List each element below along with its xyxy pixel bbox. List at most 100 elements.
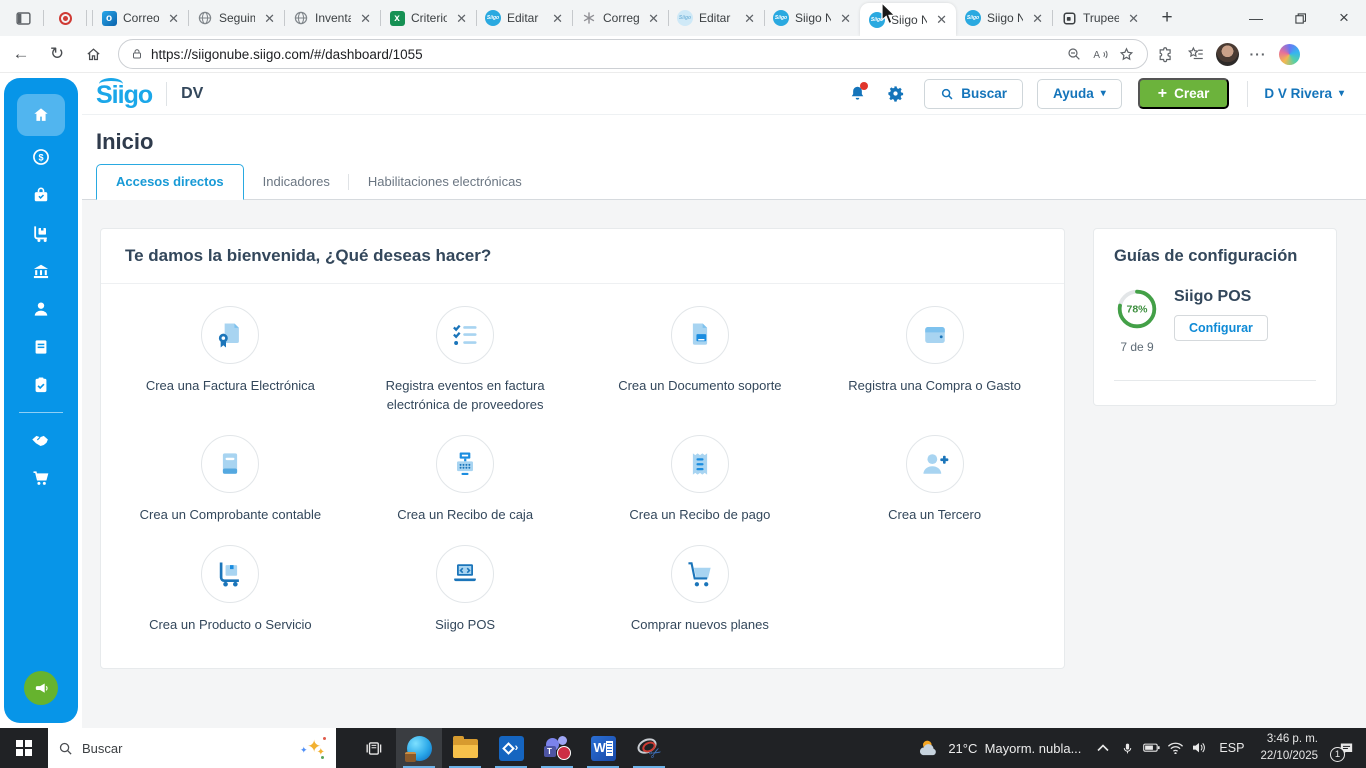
- close-tab-icon[interactable]: ✕: [261, 11, 278, 26]
- notifications-button[interactable]: [842, 79, 872, 109]
- tab-habilitaciones-electronicas[interactable]: Habilitaciones electrónicas: [349, 165, 541, 199]
- shortcut-compra-gasto[interactable]: Registra una Compra o Gasto: [817, 306, 1052, 415]
- shortcut-comprobante-contable[interactable]: Crea un Comprobante contable: [113, 434, 348, 525]
- profile-avatar[interactable]: [1213, 40, 1241, 68]
- new-tab-button[interactable]: +: [1152, 3, 1182, 33]
- favorite-star-icon[interactable]: [1113, 41, 1139, 67]
- plus-icon: +: [1157, 84, 1168, 102]
- sidebar-item-bank[interactable]: [17, 252, 65, 290]
- taskbar-search[interactable]: Buscar ✦ ✦ ✦: [48, 728, 336, 768]
- close-tab-icon[interactable]: ✕: [1125, 11, 1142, 26]
- shortcut-recibo-pago[interactable]: Crea un Recibo de pago: [583, 434, 818, 525]
- taskbar-clock[interactable]: 3:46 p. m. 22/10/2025: [1252, 731, 1326, 764]
- shortcut-producto-servicio[interactable]: Crea un Producto o Servicio: [113, 544, 348, 635]
- sidebar-item-sales[interactable]: $: [17, 138, 65, 176]
- shortcut-eventos-factura[interactable]: Registra eventos en factura electrónica …: [348, 306, 583, 415]
- task-view-button[interactable]: [350, 728, 396, 768]
- sidebar-item-inventory[interactable]: [17, 214, 65, 252]
- home-icon: [34, 108, 48, 121]
- shortcut-recibo-caja[interactable]: Crea un Recibo de caja: [348, 434, 583, 525]
- shortcut-factura-electronica[interactable]: Crea una Factura Electrónica: [113, 306, 348, 415]
- browser-tab-active[interactable]: Siigo Siigo N ✕: [860, 3, 956, 36]
- tab-indicadores[interactable]: Indicadores: [244, 165, 350, 199]
- help-menu-button[interactable]: Ayuda ▾: [1037, 78, 1122, 109]
- close-tab-icon[interactable]: ✕: [1029, 11, 1046, 26]
- taskbar-app-remote[interactable]: ›: [488, 728, 534, 768]
- extensions-icon[interactable]: [1151, 40, 1179, 68]
- create-button[interactable]: + Crear: [1137, 78, 1230, 109]
- edge-icon: [404, 735, 432, 762]
- language-indicator[interactable]: ESP: [1211, 741, 1252, 755]
- taskbar-weather[interactable]: 21°C Mayorm. nubla...: [917, 738, 1081, 759]
- taskbar-app-word[interactable]: W: [580, 728, 626, 768]
- favorites-bar-icon[interactable]: [1182, 40, 1210, 68]
- close-tab-icon[interactable]: ✕: [837, 11, 854, 26]
- read-aloud-icon[interactable]: A: [1087, 41, 1113, 67]
- browser-tab[interactable]: Siigo Editar ✕: [668, 0, 764, 36]
- browser-tab[interactable]: o Correo ✕: [92, 0, 188, 36]
- announcements-button[interactable]: [24, 671, 58, 705]
- shortcut-documento-soporte[interactable]: Crea un Documento soporte: [583, 306, 818, 415]
- shortcut-tercero[interactable]: Crea un Tercero: [817, 434, 1052, 525]
- volume-icon[interactable]: [1187, 728, 1211, 768]
- browser-tab[interactable]: Seguimi ✕: [188, 0, 284, 36]
- settings-button[interactable]: [880, 79, 910, 109]
- browser-tab[interactable]: Siigo Siigo N ✕: [764, 0, 860, 36]
- zoom-out-icon[interactable]: [1061, 41, 1087, 67]
- sidebar-item-ledger[interactable]: [17, 328, 65, 366]
- configure-button[interactable]: Configurar: [1174, 315, 1268, 341]
- browser-tab[interactable]: Siigo Editar ✕: [476, 0, 572, 36]
- close-tab-icon[interactable]: ✕: [933, 12, 950, 27]
- browser-tab[interactable]: x Criterio ✕: [380, 0, 476, 36]
- shortcut-comprar-planes[interactable]: Comprar nuevos planes: [583, 544, 818, 635]
- start-button[interactable]: [0, 728, 48, 768]
- close-window-button[interactable]: ×: [1322, 0, 1366, 36]
- tab-accesos-directos[interactable]: Accesos directos: [96, 164, 244, 200]
- pinned-tab-recording[interactable]: [49, 4, 81, 32]
- globe-icon: [197, 10, 213, 26]
- taskbar-app-teams[interactable]: T: [534, 728, 580, 768]
- notification-center-button[interactable]: 1: [1326, 728, 1366, 768]
- back-icon[interactable]: ←: [6, 39, 36, 69]
- search-button[interactable]: Buscar: [924, 78, 1023, 109]
- user-menu[interactable]: D V Rivera ▾: [1264, 86, 1344, 101]
- taskbar-app-file-explorer[interactable]: [442, 728, 488, 768]
- vertical-tabs-icon[interactable]: [8, 4, 38, 32]
- windows-taskbar: Buscar ✦ ✦ ✦ › T W ✂ 21°C Mayorm. nubla...: [0, 728, 1366, 768]
- close-tab-icon[interactable]: ✕: [453, 11, 470, 26]
- sidebar-item-store[interactable]: [17, 459, 65, 497]
- copilot-icon[interactable]: [1275, 40, 1303, 68]
- taskbar-app-edge[interactable]: [396, 728, 442, 768]
- close-tab-icon[interactable]: ✕: [165, 11, 182, 26]
- sidebar-item-contacts[interactable]: [17, 290, 65, 328]
- close-tab-icon[interactable]: ✕: [357, 11, 374, 26]
- browser-tab[interactable]: Inventa ✕: [284, 0, 380, 36]
- sidebar-item-purchases[interactable]: [17, 176, 65, 214]
- sidebar-item-partners[interactable]: [17, 421, 65, 459]
- sidebar-item-home[interactable]: [17, 94, 65, 136]
- refresh-icon[interactable]: ↻: [42, 39, 72, 69]
- close-tab-icon[interactable]: ✕: [741, 11, 758, 26]
- home-icon[interactable]: [78, 39, 108, 69]
- shortcut-siigo-pos[interactable]: Siigo POS: [348, 544, 583, 635]
- hand-truck-icon: [201, 544, 260, 603]
- restore-button[interactable]: [1278, 0, 1322, 36]
- sidebar-item-tasks[interactable]: [17, 366, 65, 404]
- svg-text:$: $: [38, 152, 43, 162]
- microphone-icon[interactable]: [1115, 728, 1139, 768]
- cash-register-icon: [436, 434, 495, 493]
- checklist-icon: [436, 306, 495, 364]
- close-tab-icon[interactable]: ✕: [549, 11, 566, 26]
- browser-tab[interactable]: Siigo Siigo N ✕: [956, 0, 1052, 36]
- siigo-logo[interactable]: Siigo: [96, 77, 153, 110]
- close-tab-icon[interactable]: ✕: [645, 11, 662, 26]
- taskbar-app-snipping-tool[interactable]: ✂: [626, 728, 672, 768]
- browser-menu-icon[interactable]: ···: [1244, 40, 1272, 68]
- battery-icon[interactable]: [1139, 728, 1163, 768]
- minimize-button[interactable]: —: [1234, 0, 1278, 36]
- browser-tab[interactable]: Trupee ✕: [1052, 0, 1148, 36]
- browser-tab[interactable]: Corregi ✕: [572, 0, 668, 36]
- wifi-icon[interactable]: [1163, 728, 1187, 768]
- url-field[interactable]: https://siigonube.siigo.com/#/dashboard/…: [118, 39, 1148, 69]
- tray-chevron-icon[interactable]: [1091, 728, 1115, 768]
